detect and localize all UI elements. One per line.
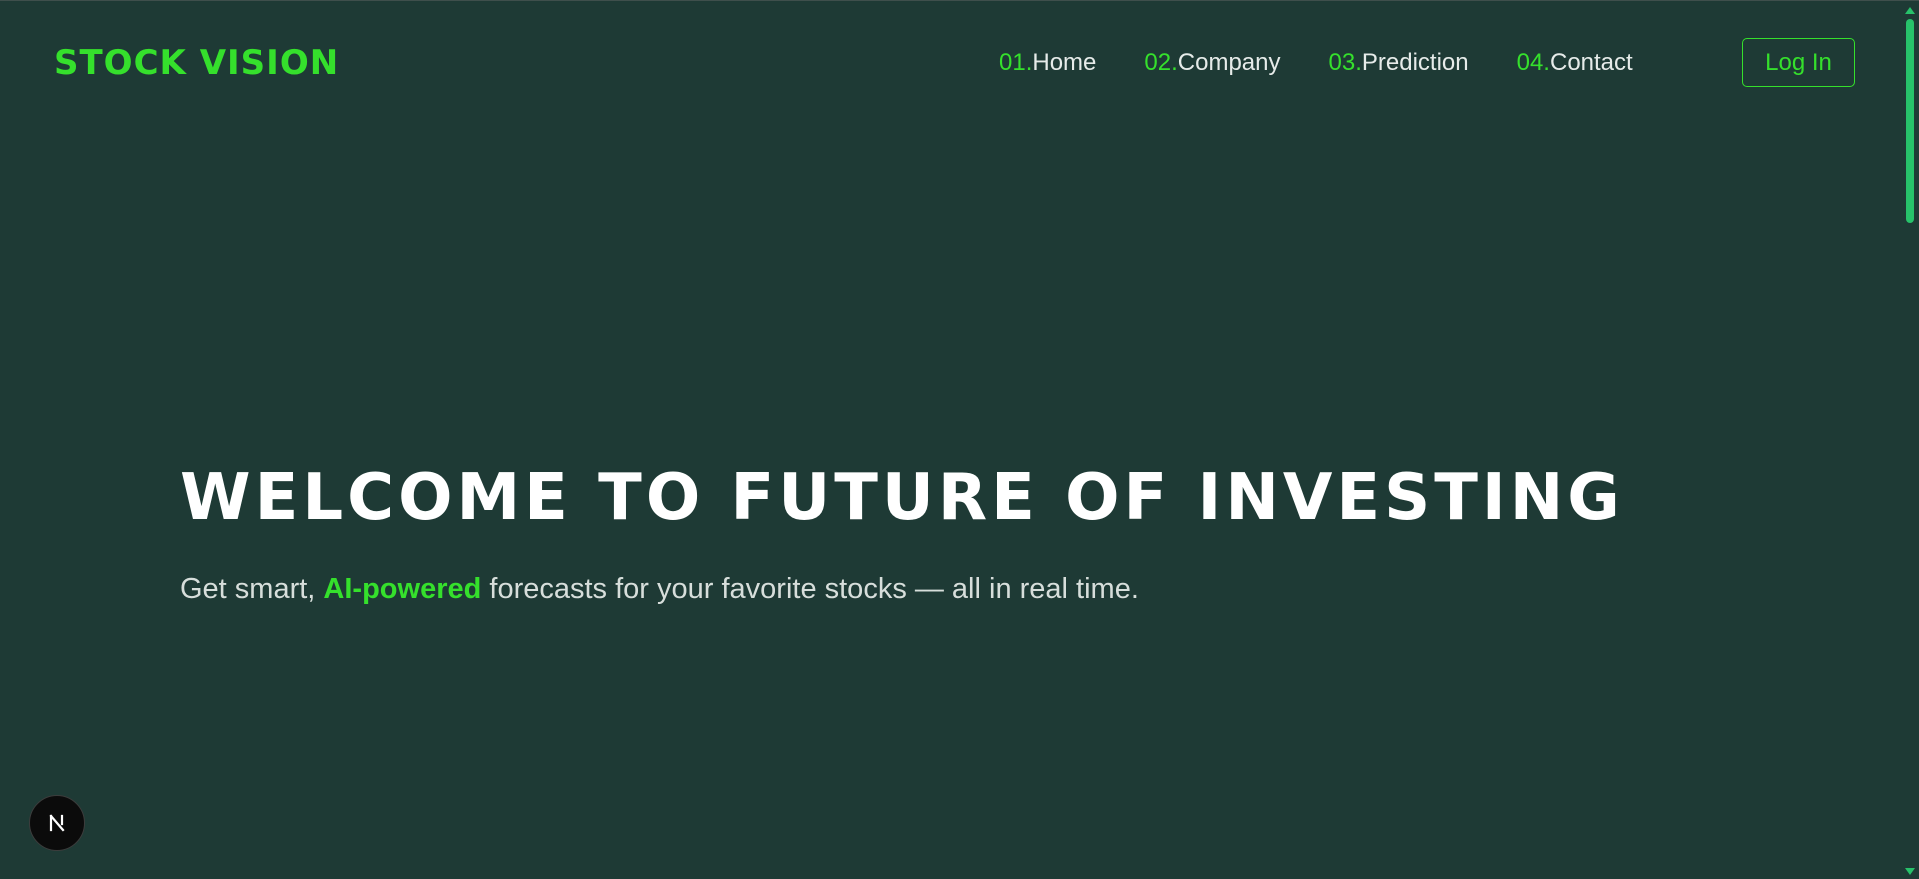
hero-subtitle-text-end: forecasts for your favorite stocks — all… (481, 573, 1139, 605)
site-header: STOCK VISION 01.Home 02.Company 03.Predi… (0, 1, 1900, 125)
nav-item-prediction[interactable]: 03.Prediction (1329, 45, 1469, 81)
vertical-scrollbar[interactable] (1900, 1, 1919, 879)
nav-label: Prediction (1361, 49, 1469, 76)
nav-item-home[interactable]: 01.Home (999, 45, 1096, 81)
nextjs-dev-badge[interactable] (29, 795, 85, 851)
nav-number: 03. (1328, 49, 1362, 76)
scrollbar-thumb[interactable] (1906, 19, 1914, 223)
nav-number: 01. (999, 49, 1033, 76)
nav-label: Home (1032, 49, 1097, 76)
main-nav: 01.Home 02.Company 03.Prediction 04.Cont… (999, 45, 1633, 81)
nav-item-contact[interactable]: 04.Contact (1517, 45, 1633, 81)
page: STOCK VISION 01.Home 02.Company 03.Predi… (0, 0, 1919, 879)
logo[interactable]: STOCK VISION (54, 41, 339, 85)
nav-label: Company (1177, 49, 1281, 76)
hero-subtitle: Get smart, AI-powered forecasts for your… (180, 569, 1139, 609)
nextjs-icon (49, 814, 65, 832)
nav-number: 04. (1516, 49, 1550, 76)
hero-subtitle-text: Get smart, (180, 573, 324, 605)
scroll-down-arrow-icon[interactable] (1905, 868, 1915, 875)
nav-label: Contact (1549, 49, 1633, 76)
nav-number: 02. (1144, 49, 1178, 76)
nav-item-company[interactable]: 02.Company (1144, 45, 1280, 81)
hero-title: WELCOME TO FUTURE OF INVESTING (180, 461, 1624, 535)
scroll-up-arrow-icon[interactable] (1905, 7, 1915, 14)
hero-subtitle-accent: AI-powered (323, 573, 482, 605)
login-button[interactable]: Log In (1742, 38, 1855, 87)
